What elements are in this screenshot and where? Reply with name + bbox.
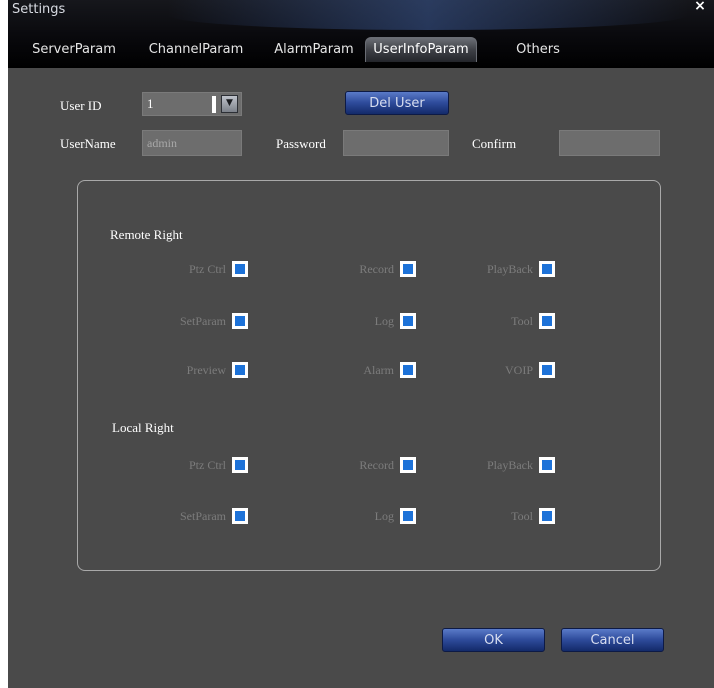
user-id-value: 1: [147, 96, 154, 111]
remote-voip: VOIP: [435, 362, 555, 378]
local-log: Log: [296, 508, 416, 524]
local-playback-checkbox[interactable]: [539, 457, 555, 473]
remote-record: Record: [296, 261, 416, 277]
remote-preview: Preview: [128, 362, 248, 378]
title-bar: Settings × ServerParam ChannelParam Alar…: [8, 0, 714, 68]
remote-setparam: SetParam: [128, 313, 248, 329]
title-bar-highlight: [168, 0, 688, 30]
remote-ptz-ctrl: Ptz Ctrl: [128, 261, 248, 277]
remote-log-label: Log: [374, 314, 394, 328]
remote-tool-checkbox[interactable]: [539, 313, 555, 329]
remote-voip-label: VOIP: [504, 363, 533, 377]
local-setparam-checkbox[interactable]: [232, 508, 248, 524]
local-record-label: Record: [359, 458, 394, 472]
remote-preview-checkbox[interactable]: [232, 362, 248, 378]
chevron-down-icon[interactable]: ▼: [221, 95, 238, 113]
ok-button[interactable]: OK: [442, 628, 545, 652]
window-title: Settings: [12, 2, 66, 17]
remote-setparam-checkbox[interactable]: [232, 313, 248, 329]
tab-channelparam[interactable]: ChannelParam: [142, 38, 250, 62]
user-id-label: User ID: [60, 98, 102, 113]
password-field[interactable]: [343, 130, 449, 156]
text-caret: [212, 96, 216, 113]
remote-alarm-label: Alarm: [363, 363, 394, 377]
local-tool-label: Tool: [511, 509, 533, 523]
password-label: Password: [276, 136, 326, 151]
local-ptz-ctrl: Ptz Ctrl: [128, 457, 248, 473]
confirm-field[interactable]: [559, 130, 660, 156]
username-label: UserName: [60, 136, 116, 151]
remote-tool-label: Tool: [511, 314, 533, 328]
local-record: Record: [296, 457, 416, 473]
local-log-label: Log: [374, 509, 394, 523]
user-id-select[interactable]: 1 ▼: [142, 92, 242, 116]
close-icon[interactable]: ×: [692, 0, 708, 14]
remote-alarm-checkbox[interactable]: [400, 362, 416, 378]
remote-log: Log: [296, 313, 416, 329]
local-playback: PlayBack: [435, 457, 555, 473]
remote-playback-checkbox[interactable]: [539, 261, 555, 277]
remote-setparam-label: SetParam: [180, 314, 226, 328]
local-log-checkbox[interactable]: [400, 508, 416, 524]
remote-preview-label: Preview: [186, 363, 226, 377]
confirm-label: Confirm: [472, 136, 517, 151]
local-tool-checkbox[interactable]: [539, 508, 555, 524]
tab-others[interactable]: Others: [498, 38, 578, 62]
tab-alarmparam[interactable]: AlarmParam: [266, 38, 362, 62]
local-right-title: Local Right: [112, 420, 174, 435]
remote-record-checkbox[interactable]: [400, 261, 416, 277]
remote-playback-label: PlayBack: [487, 262, 533, 276]
del-user-button[interactable]: Del User: [345, 91, 449, 115]
tab-serverparam[interactable]: ServerParam: [26, 38, 122, 62]
cancel-button[interactable]: Cancel: [561, 628, 664, 652]
remote-right-title: Remote Right: [110, 227, 183, 242]
remote-voip-checkbox[interactable]: [539, 362, 555, 378]
remote-tool: Tool: [435, 313, 555, 329]
local-tool: Tool: [435, 508, 555, 524]
local-setparam: SetParam: [128, 508, 248, 524]
local-record-checkbox[interactable]: [400, 457, 416, 473]
local-ptz-ctrl-checkbox[interactable]: [232, 457, 248, 473]
local-setparam-label: SetParam: [180, 509, 226, 523]
remote-log-checkbox[interactable]: [400, 313, 416, 329]
settings-window: Settings × ServerParam ChannelParam Alar…: [8, 0, 714, 688]
remote-alarm: Alarm: [296, 362, 416, 378]
local-ptz-ctrl-label: Ptz Ctrl: [188, 458, 226, 472]
remote-ptz-ctrl-label: Ptz Ctrl: [188, 262, 226, 276]
remote-record-label: Record: [359, 262, 394, 276]
remote-playback: PlayBack: [435, 261, 555, 277]
local-playback-label: PlayBack: [487, 458, 533, 472]
username-field[interactable]: admin: [142, 130, 242, 156]
tab-userinfoparam[interactable]: UserInfoParam: [365, 37, 477, 62]
remote-ptz-ctrl-checkbox[interactable]: [232, 261, 248, 277]
